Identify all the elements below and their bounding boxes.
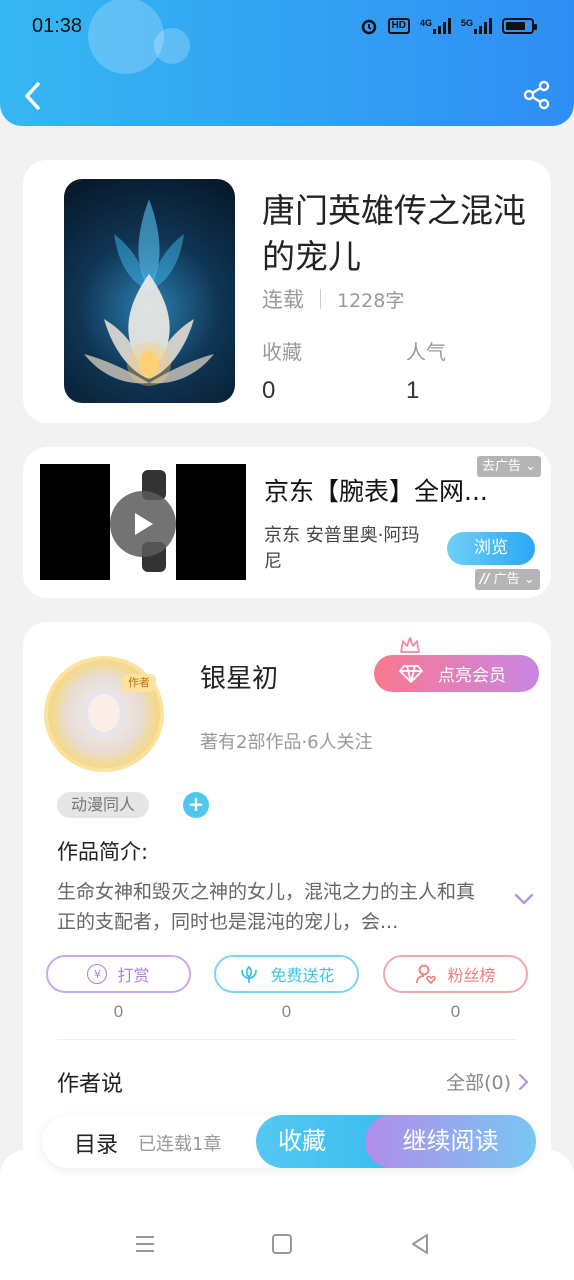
avatar-face (82, 688, 126, 738)
back-icon[interactable] (20, 78, 46, 114)
ad-label-tag[interactable]: // 广告 ⌄ (475, 569, 540, 590)
send-flower-button[interactable]: 免费送花 (214, 955, 359, 993)
ad-card[interactable]: 京东【腕表】全网... 京东 安普里奥·阿玛尼 浏览 去广告 ⌄ // 广告 ⌄ (23, 447, 551, 598)
ad-source-icon: // (480, 572, 490, 587)
author-says-title: 作者说 (57, 1072, 124, 1097)
book-word-count: 1228字 (337, 289, 405, 312)
clock: 01:38 (32, 14, 83, 37)
header: 01:38 HD 4G 5G (0, 0, 574, 126)
send-flower-label: 免费送花 (270, 966, 335, 985)
author-stats: 著有2部作品·6人关注 (200, 732, 373, 753)
vip-label: 点亮会员 (438, 666, 506, 686)
stat-popularity: 人气 1 (406, 336, 446, 405)
tip-label: 打赏 (117, 966, 150, 985)
fan-ranking-button[interactable]: 粉丝榜 (383, 955, 528, 993)
toc-button[interactable]: 目录 (74, 1127, 118, 1159)
vip-button[interactable]: 点亮会员 (374, 655, 539, 692)
remove-ad-button[interactable]: 去广告 ⌄ (477, 456, 542, 477)
book-info-card: 唐门英雄传之混沌的宠儿 连载 1228字 收藏 0 人气 1 (23, 160, 551, 423)
add-tag-button[interactable]: + (183, 792, 209, 818)
battery-icon (502, 18, 537, 34)
chevron-right-icon (518, 1073, 529, 1090)
bottom-sheet (0, 1150, 574, 1280)
author-says-all-label: 全部(0) (446, 1072, 511, 1094)
diamond-icon (399, 664, 423, 683)
coin-icon: ¥ (87, 964, 108, 984)
play-icon[interactable] (110, 491, 176, 557)
expand-chevron-icon[interactable] (513, 890, 535, 908)
tip-button[interactable]: ¥ 打赏 (46, 955, 191, 993)
stat-label: 人气 (406, 340, 446, 364)
intro-text: 生命女神和毁灭之神的女儿，混沌之力的主人和真正的支配者，同时也是混沌的宠儿，会.… (57, 881, 476, 933)
fan-ranking-label: 粉丝榜 (447, 966, 496, 985)
stat-favorites: 收藏 0 (262, 336, 302, 405)
back-nav-icon[interactable] (408, 1232, 432, 1256)
stat-value: 1 (406, 377, 420, 404)
book-status: 连载 (262, 288, 304, 312)
hd-icon: HD (387, 18, 410, 34)
ad-title[interactable]: 京东【腕表】全网... (264, 472, 534, 508)
author-avatar[interactable]: 作者 (44, 656, 164, 772)
fan-count: 0 (450, 1002, 461, 1021)
continue-reading-button[interactable]: 继续阅读 (365, 1115, 536, 1168)
remove-ad-label: 去广告 (482, 459, 522, 474)
lotus-cover-art (84, 199, 214, 386)
chevron-down-icon: ⌄ (523, 572, 535, 587)
flower-icon (241, 965, 258, 983)
ad-browse-button[interactable]: 浏览 (447, 532, 535, 565)
genre-tag[interactable]: 动漫同人 (57, 792, 150, 818)
author-says-all-link[interactable]: 全部(0) (446, 1068, 529, 1095)
alarm-icon (361, 19, 376, 35)
tip-count: 0 (113, 1002, 124, 1021)
signal-4g: 4G (420, 18, 451, 34)
ad-description: 京东 安普里奥·阿玛尼 (264, 525, 420, 572)
author-card: 作者 银星初 点亮会员 著有2部作品·6人关注 动漫同人 + 作品简介: 生命女… (23, 622, 551, 1182)
home-nav-icon[interactable] (270, 1232, 294, 1256)
section-divider (57, 1039, 517, 1040)
share-icon[interactable] (522, 80, 552, 110)
author-avatar-tag: 作者 (122, 674, 156, 692)
book-meta: 连载 1228字 (262, 284, 404, 314)
intro-label: 作品简介: (57, 840, 149, 864)
status-icons: HD 4G 5G (360, 17, 537, 35)
bottom-action-bar: 目录 已连载1章 收藏 继续阅读 (42, 1115, 536, 1168)
menu-nav-icon[interactable] (133, 1232, 157, 1256)
status-bar: 01:38 HD 4G 5G (32, 12, 537, 40)
crown-icon (400, 637, 420, 653)
book-cover[interactable] (64, 179, 235, 403)
ad-video[interactable] (40, 464, 246, 580)
book-title: 唐门英雄传之混沌的宠儿 (262, 191, 526, 276)
signal-5g: 5G (461, 18, 492, 34)
author-name[interactable]: 银星初 (200, 658, 278, 695)
meta-divider (320, 289, 321, 309)
ad-tag-label: 广告 (493, 572, 520, 587)
user-heart-icon (416, 964, 437, 985)
serial-progress: 已连载1章 (138, 1134, 222, 1155)
stat-value: 0 (262, 377, 276, 404)
chevron-down-icon: ⌄ (525, 459, 537, 474)
flower-count: 0 (281, 1002, 292, 1021)
stat-label: 收藏 (262, 340, 302, 364)
